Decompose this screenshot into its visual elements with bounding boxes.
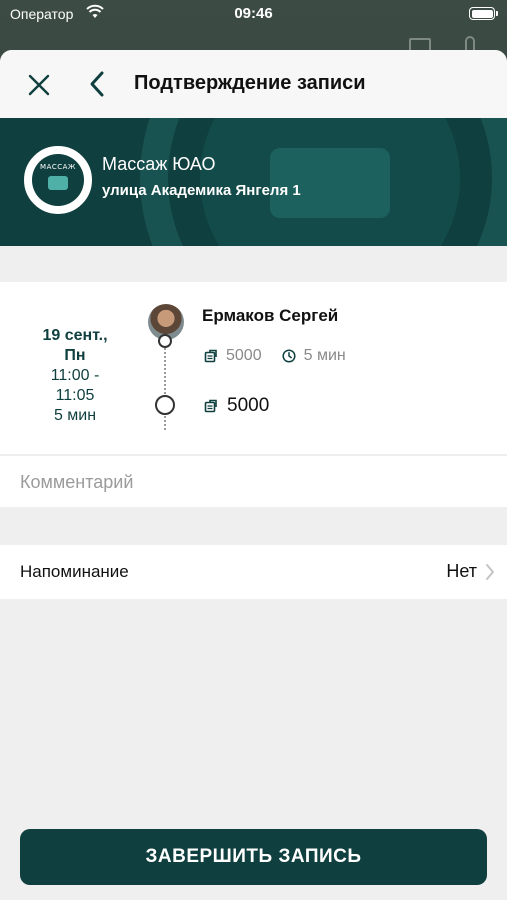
booking-date: 19 сент., xyxy=(42,327,108,344)
booking-confirmation-sheet: Подтверждение записи МАССАЖ Массаж ЮАО у… xyxy=(0,50,507,900)
booking-time-start: 11:00 - xyxy=(50,367,100,384)
page-title: Подтверждение записи xyxy=(134,72,366,94)
salon-logo-text: МАССАЖ xyxy=(40,163,76,171)
salon-address: улица Академика Янгеля 1 xyxy=(102,182,301,199)
timeline-node xyxy=(155,395,175,415)
clock-icon xyxy=(282,349,296,363)
price-tag-icon xyxy=(204,349,217,363)
booking-weekday: Пн xyxy=(64,347,86,364)
timeline-line xyxy=(164,340,166,430)
total-info: 5000 xyxy=(204,394,269,418)
salon-banner: МАССАЖ Массаж ЮАО улица Академика Янгеля… xyxy=(0,118,507,246)
massage-table-icon xyxy=(48,176,68,190)
battery-icon xyxy=(469,7,498,20)
reminder-label: Напоминание xyxy=(20,562,129,581)
chevron-right-icon xyxy=(486,564,494,580)
service-price: 5000 xyxy=(226,347,262,364)
clock: 09:46 xyxy=(234,5,273,22)
total-price: 5000 xyxy=(227,395,270,416)
reminder-row[interactable]: Напоминание Нет xyxy=(0,545,507,599)
salon-name: Массаж ЮАО xyxy=(102,154,216,174)
master-name: Ермаков Сергей xyxy=(202,306,339,325)
timeline-node xyxy=(158,334,172,348)
complete-booking-button[interactable]: ЗАВЕРШИТЬ ЗАПИСЬ xyxy=(20,829,487,885)
price-tag-icon xyxy=(204,399,217,413)
booking-datetime: 19 сент., Пн 11:00 - 11:05 5 мин xyxy=(20,326,130,426)
navigation-bar: Подтверждение записи xyxy=(0,50,507,118)
status-bar: Оператор 09:46 xyxy=(0,0,507,28)
booking-details: 19 сент., Пн 11:00 - 11:05 5 мин Ермаков… xyxy=(0,282,507,454)
close-icon[interactable] xyxy=(26,72,52,98)
comment-section xyxy=(0,455,507,507)
booking-time-end: 11:05 xyxy=(55,387,95,404)
booking-duration: 5 мин xyxy=(53,407,97,424)
service-duration: 5 мин xyxy=(303,347,346,364)
comment-input[interactable] xyxy=(20,468,487,496)
service-info: 5000 5 мин xyxy=(204,346,346,366)
salon-logo: МАССАЖ xyxy=(24,146,92,214)
back-chevron-icon[interactable] xyxy=(86,70,108,98)
reminder-value: Нет xyxy=(446,561,477,581)
